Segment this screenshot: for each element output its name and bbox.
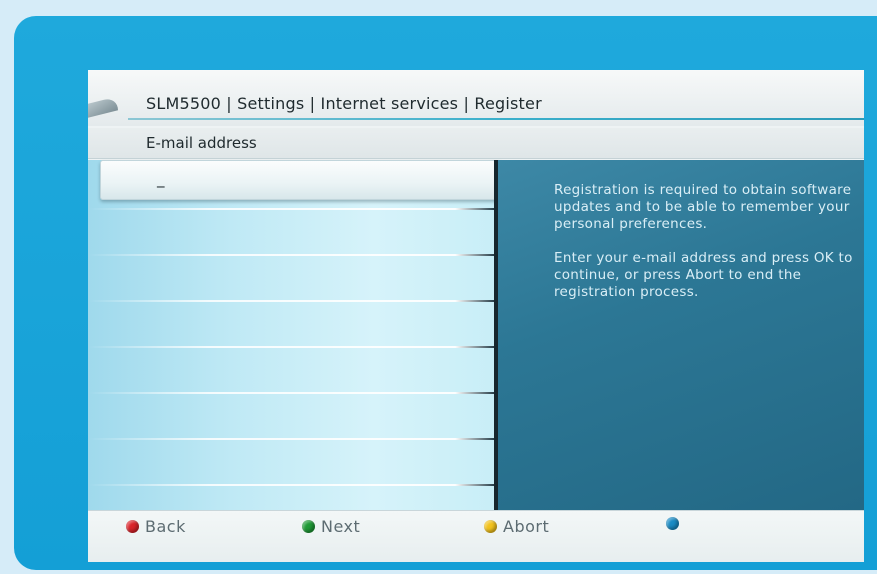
header: SLM5500 | Settings | Internet services |… <box>88 70 864 126</box>
list-row-separator <box>88 484 496 486</box>
help-panel: Registration is required to obtain softw… <box>498 160 864 510</box>
back-button[interactable]: Back <box>126 517 186 536</box>
blue-button-icon <box>666 517 679 530</box>
green-button-icon <box>302 520 315 533</box>
breadcrumb: SLM5500 | Settings | Internet services |… <box>146 94 542 113</box>
email-input-value: _ <box>157 170 165 188</box>
list-row-separator <box>88 438 496 440</box>
list-row-separator <box>88 346 496 348</box>
abort-button-label: Abort <box>503 517 550 536</box>
list-row-separator <box>88 392 496 394</box>
next-button[interactable]: Next <box>302 517 360 536</box>
help-text: Registration is required to obtain softw… <box>554 182 854 318</box>
tv-screen: SLM5500 | Settings | Internet services |… <box>88 70 864 562</box>
field-label-bar: E-mail address <box>88 128 864 159</box>
field-label: E-mail address <box>146 134 257 152</box>
list-row-separator <box>88 300 496 302</box>
list-row-separator <box>88 208 496 210</box>
color-key-bar: Back Next Abort <box>88 510 864 562</box>
help-paragraph-registration: Registration is required to obtain softw… <box>554 182 852 232</box>
abort-button[interactable]: Abort <box>484 517 549 536</box>
next-button-label: Next <box>321 517 361 536</box>
header-divider <box>128 118 864 120</box>
list-row-separator <box>88 254 496 256</box>
blue-button[interactable] <box>666 517 685 530</box>
back-button-label: Back <box>145 517 186 536</box>
red-button-icon <box>126 520 139 533</box>
email-input-field[interactable]: _ <box>100 160 502 200</box>
yellow-button-icon <box>484 520 497 533</box>
help-paragraph-instructions: Enter your e-mail address and press OK t… <box>554 250 853 300</box>
list-panel <box>88 160 496 510</box>
header-swoosh-decoration <box>88 96 118 118</box>
outer-frame: SLM5500 | Settings | Internet services |… <box>14 16 877 570</box>
